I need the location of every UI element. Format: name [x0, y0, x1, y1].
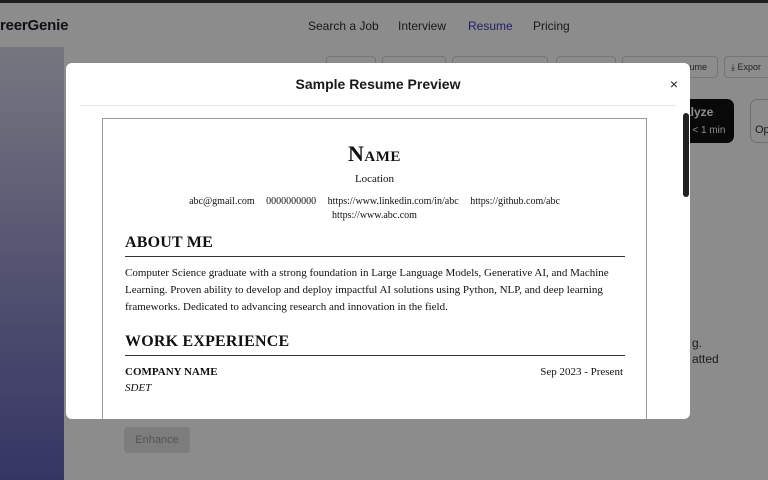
scrollbar-thumb[interactable] — [683, 113, 689, 197]
contact-email[interactable]: abc@gmail.com — [189, 196, 255, 207]
job-dates: Sep 2023 - Present — [540, 366, 623, 378]
resume-preview-modal: Sample Resume Preview × Name Location ab… — [66, 63, 690, 419]
resume-name: Name — [348, 141, 401, 166]
contact-website[interactable]: https://www.abc.com — [332, 210, 417, 221]
close-icon[interactable]: × — [666, 76, 682, 92]
modal-divider — [80, 105, 676, 106]
contact-github[interactable]: https://github.com/abc — [470, 196, 560, 207]
resume-document: Name Location abc@gmail.com 0000000000 h… — [102, 118, 647, 419]
about-text: Computer Science graduate with a strong … — [125, 267, 609, 313]
job-role: SDET — [125, 382, 152, 394]
resume-location: Location — [354, 173, 395, 185]
resume-contacts: abc@gmail.com 0000000000 https://www.lin… — [163, 195, 586, 223]
about-heading: ABOUT ME — [125, 234, 625, 257]
contact-phone: 0000000000 — [266, 196, 317, 207]
work-heading: WORK EXPERIENCE — [125, 333, 625, 356]
contact-linkedin[interactable]: https://www.linkedin.com/in/abc — [328, 196, 459, 207]
job-company: COMPANY NAME — [125, 366, 218, 378]
modal-title: Sample Resume Preview — [295, 76, 461, 92]
